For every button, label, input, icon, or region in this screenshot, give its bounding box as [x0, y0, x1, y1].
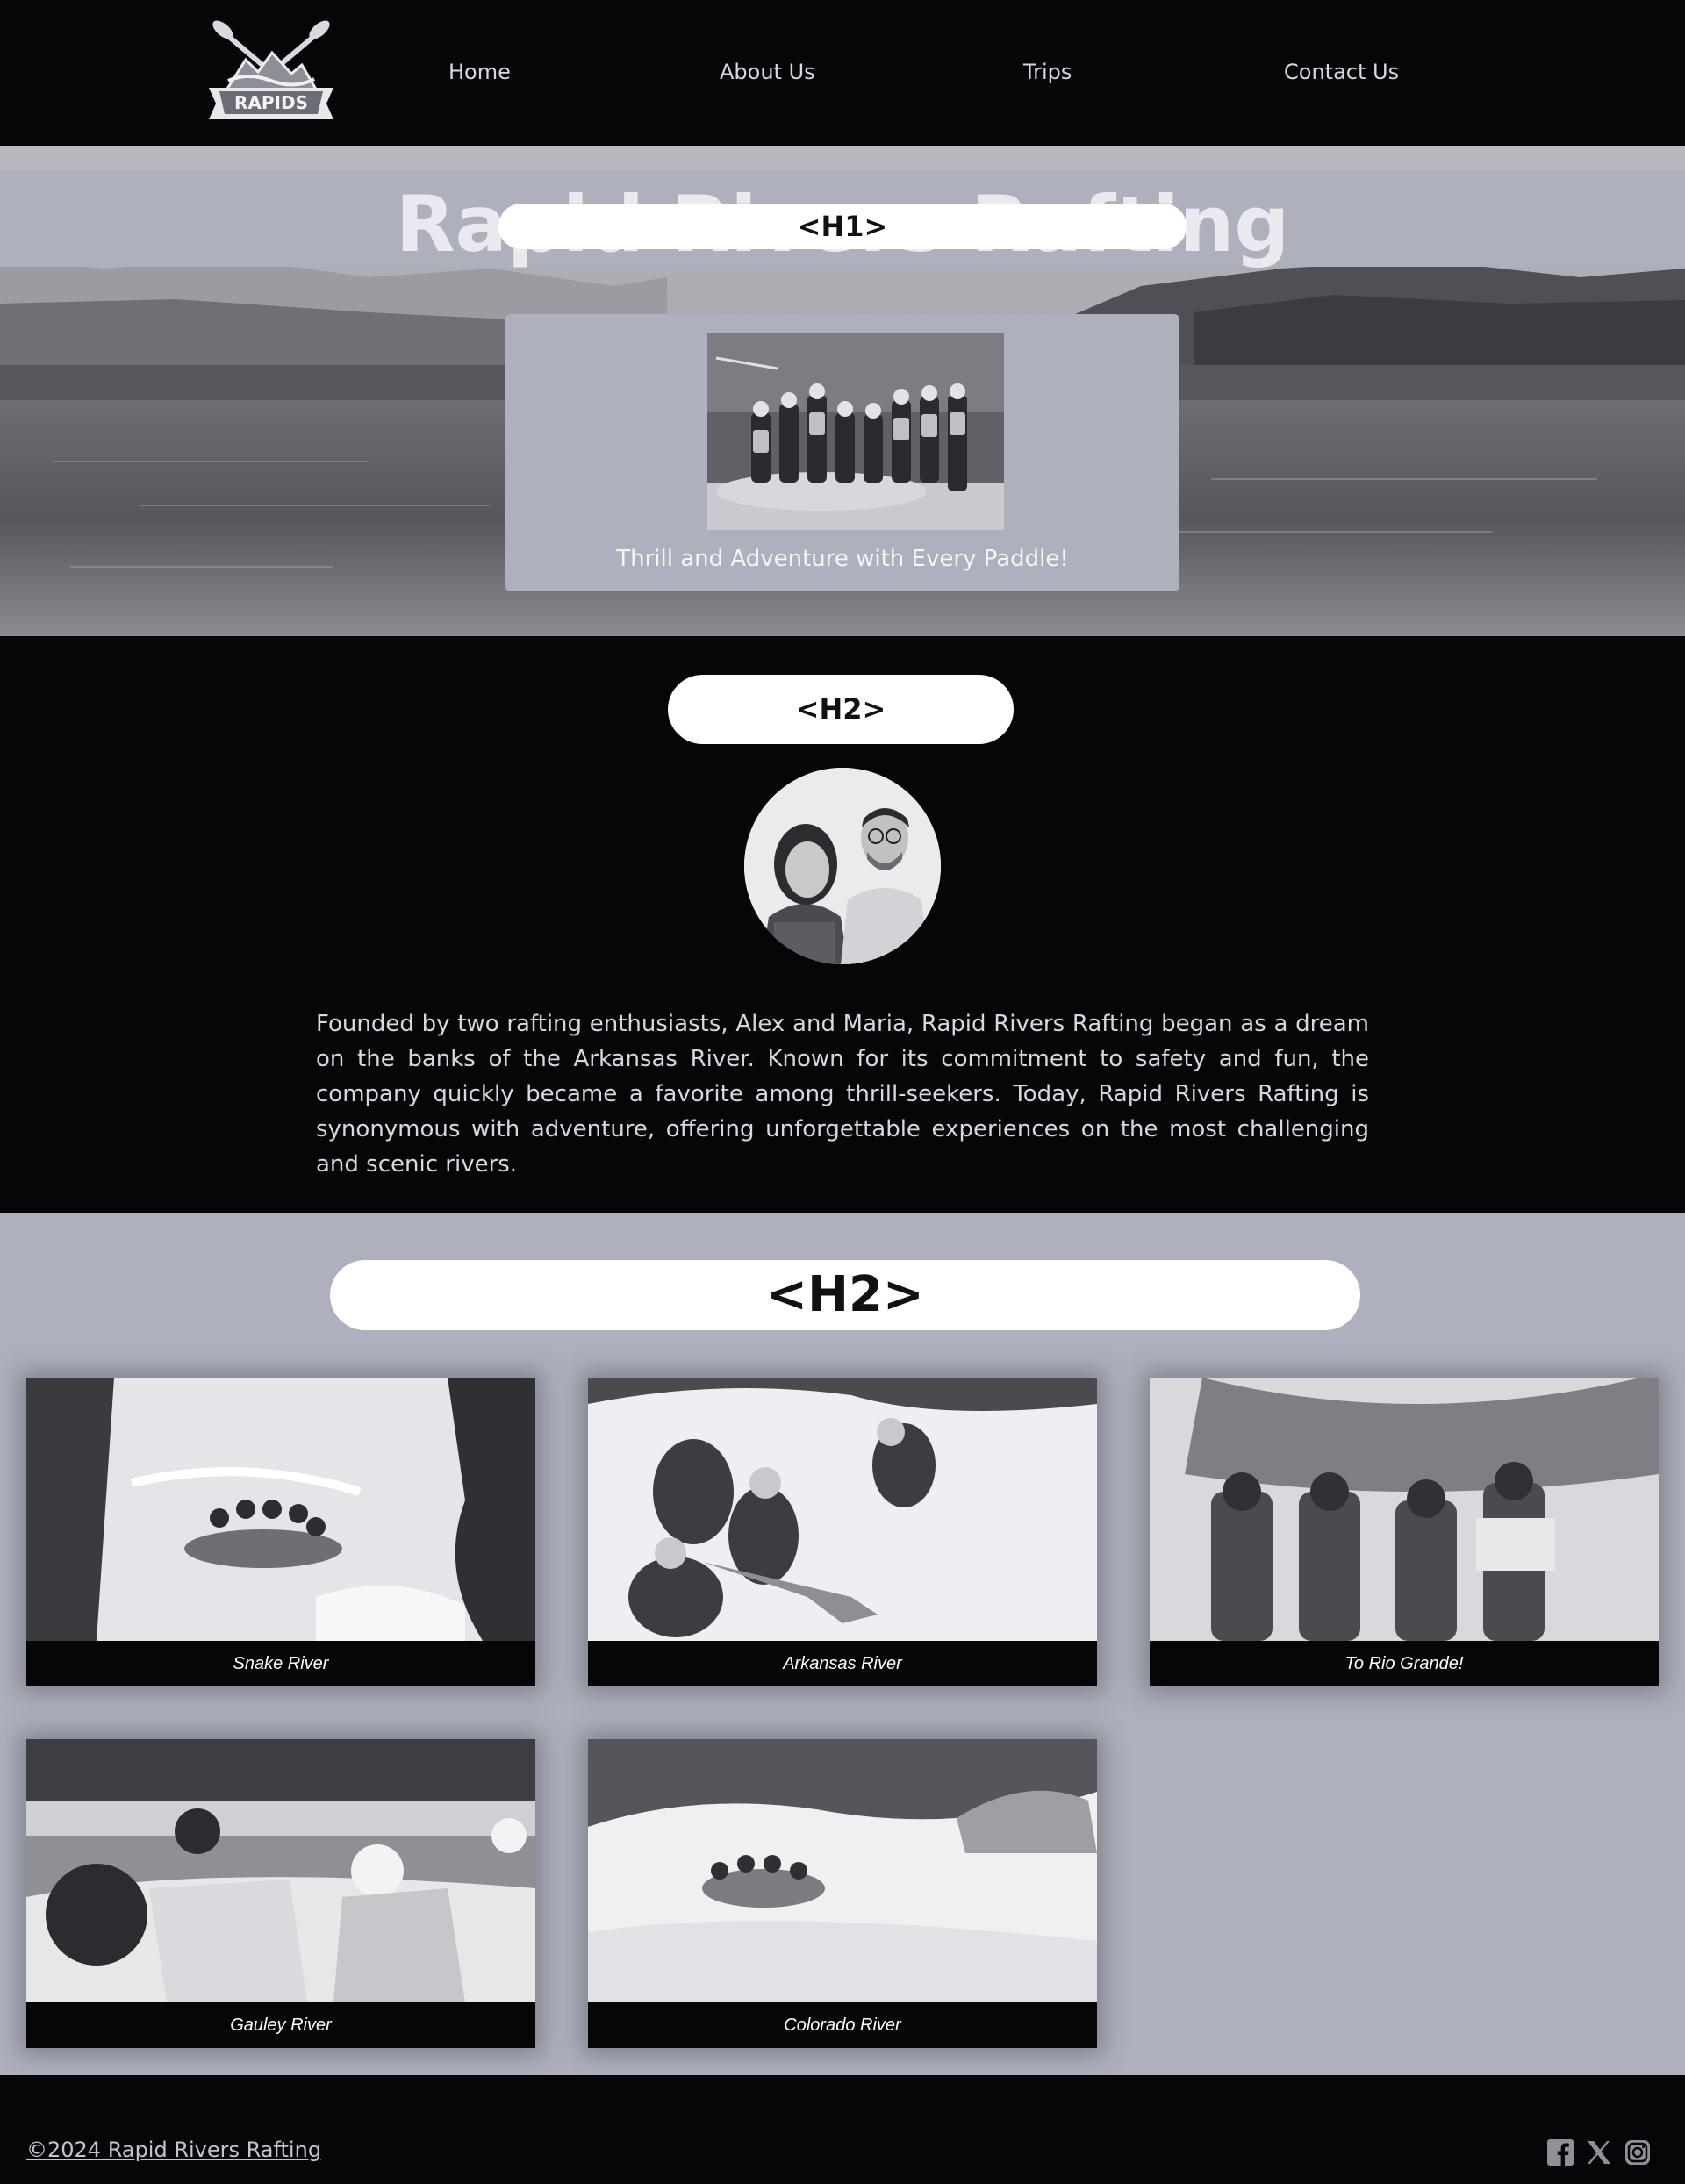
trip-caption: Snake River: [233, 1654, 329, 1673]
copyright-link[interactable]: ©2024 Rapid Rivers Rafting: [26, 2137, 321, 2163]
footer: ©2024 Rapid Rivers Rafting: [0, 2075, 1685, 2184]
trip-card-gauley-river[interactable]: Gauley River: [26, 1739, 535, 2048]
rapids-logo[interactable]: RAPIDS: [204, 19, 339, 126]
logo-text: RAPIDS: [234, 92, 308, 113]
trip-caption: To Rio Grande!: [1344, 1654, 1464, 1673]
about-heading-tag: <H2>: [668, 675, 1014, 744]
founders-photo: [744, 768, 941, 964]
x-icon[interactable]: [1585, 2138, 1613, 2166]
trip-caption: Arkansas River: [783, 1654, 902, 1673]
trip-photo: [588, 1739, 1097, 2002]
trip-card-snake-river[interactable]: Snake River: [26, 1378, 535, 1686]
about-paragraph: Founded by two rafting enthusiasts, Alex…: [316, 1011, 1369, 1178]
trip-caption: Colorado River: [784, 2016, 901, 2035]
h1-placeholder-tag: <H1>: [498, 204, 1187, 249]
nav-home[interactable]: Home: [448, 59, 511, 85]
nav-trips[interactable]: Trips: [1023, 59, 1072, 85]
about-section: <H2> Founded by two rafting enthusiasts,…: [0, 636, 1685, 1213]
trips-heading-tag: <H2>: [330, 1260, 1360, 1330]
hero-section: Rapid Rivers Rafting <H1>: [0, 146, 1685, 636]
trip-card-arkansas-river[interactable]: Arkansas River: [588, 1378, 1097, 1686]
trip-caption: Gauley River: [230, 2016, 332, 2035]
trip-photo: [1150, 1378, 1659, 1641]
nav-about-us[interactable]: About Us: [720, 59, 815, 85]
trip-card-colorado-river[interactable]: Colorado River: [588, 1739, 1097, 2048]
trip-card-rio-grande[interactable]: To Rio Grande!: [1150, 1378, 1659, 1686]
trip-photo: [26, 1739, 535, 2002]
hero-card: Thrill and Adventure with Every Paddle!: [506, 314, 1180, 591]
trip-photo: [26, 1378, 535, 1641]
group-photo: [707, 333, 1004, 530]
trip-photo: [588, 1378, 1097, 1641]
navbar: RAPIDS Home About Us Trips Contact Us: [0, 0, 1685, 146]
facebook-icon[interactable]: [1546, 2138, 1574, 2166]
trips-section: <H2> Snake River Arkansas River To Rio G…: [0, 1213, 1685, 2075]
nav-contact-us[interactable]: Contact Us: [1284, 59, 1399, 85]
hero-tagline: Thrill and Adventure with Every Paddle!: [616, 546, 1069, 572]
instagram-icon[interactable]: [1624, 2138, 1652, 2166]
